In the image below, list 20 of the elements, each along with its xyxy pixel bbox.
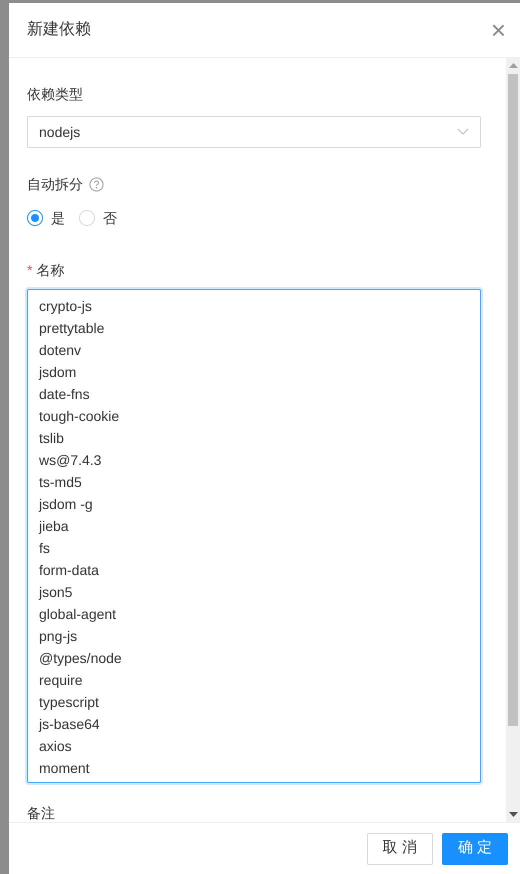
required-mark: * xyxy=(27,260,32,280)
radio-option[interactable]: 否 xyxy=(79,208,117,228)
cancel-button[interactable]: 取 消 xyxy=(366,832,433,864)
field-label: 备注 xyxy=(27,804,56,822)
field-label: 自动拆分 xyxy=(27,174,83,194)
radio-label: 是 xyxy=(51,208,65,228)
help-icon[interactable] xyxy=(89,176,104,192)
radio-label: 否 xyxy=(103,208,117,228)
name-textarea[interactable]: crypto-js prettytable dotenv jsdom date-fns tough-cookie tslib ws@7.4.3 ts-md5 jsdom -g jieba fs form-data json5 global-agent png-js @types/node require typescript js-base64 axios moment xyxy=(27,289,481,783)
radio-button[interactable] xyxy=(27,210,43,226)
scroll-down-arrow-icon[interactable] xyxy=(508,812,518,817)
type-select[interactable]: nodejs xyxy=(27,116,481,148)
close-button[interactable]: × xyxy=(490,17,506,43)
field-label: 依赖类型 xyxy=(27,85,84,104)
radio-option[interactable]: 是 xyxy=(27,208,65,228)
chevron-down-icon xyxy=(457,128,469,136)
field-label: 名称 xyxy=(36,260,64,280)
dialog-title: 新建依赖 xyxy=(27,20,91,40)
scrollbar[interactable] xyxy=(506,58,520,822)
scroll-up-arrow-icon[interactable] xyxy=(508,63,518,68)
